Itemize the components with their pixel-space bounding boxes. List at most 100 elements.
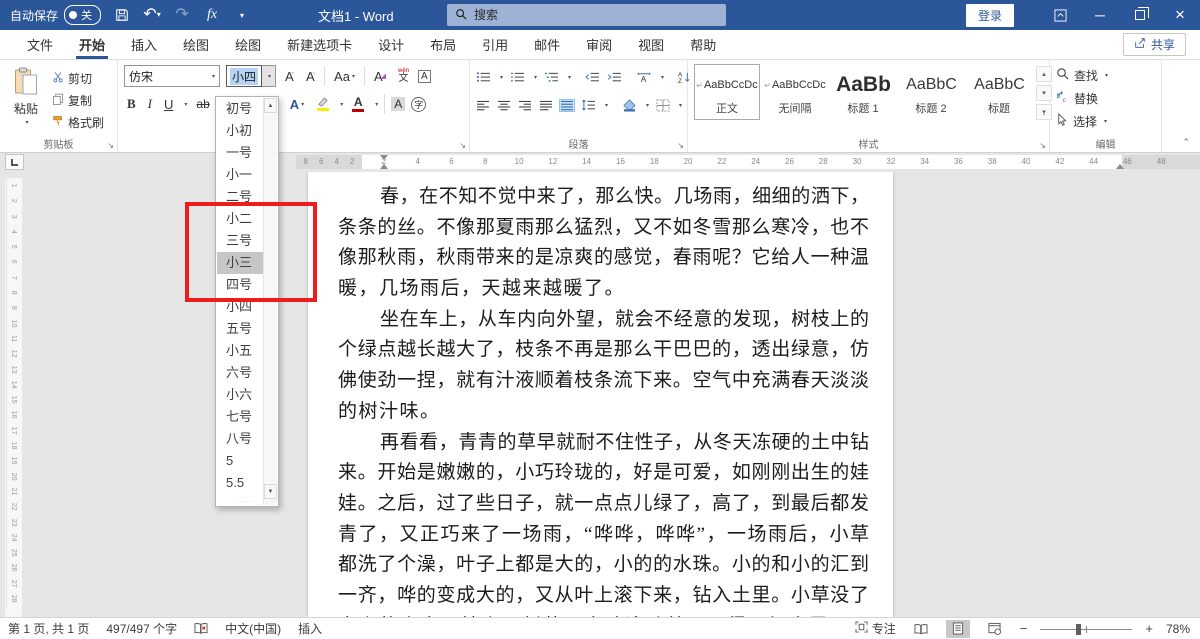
font-size-option[interactable]: 六号 xyxy=(217,362,263,384)
font-size-option[interactable]: 小初 xyxy=(217,120,263,142)
asian-layout-caret-icon[interactable]: ▾ xyxy=(661,74,664,81)
minimize-button[interactable]: ─ xyxy=(1080,0,1120,30)
ribbon-tab[interactable]: 引用 xyxy=(469,30,521,59)
justify-button[interactable] xyxy=(539,100,553,111)
hanging-indent-marker[interactable] xyxy=(380,164,388,169)
line-spacing-caret-icon[interactable]: ▾ xyxy=(605,102,608,109)
font-size-option[interactable]: 5.5 xyxy=(217,472,263,494)
character-shading-button[interactable]: A xyxy=(391,97,405,111)
shading-button[interactable] xyxy=(622,99,637,112)
ribbon-tab[interactable]: 视图 xyxy=(625,30,677,59)
zoom-in-button[interactable]: + xyxy=(1145,621,1153,636)
font-color-caret-icon[interactable]: ▾ xyxy=(375,101,378,108)
underline-button[interactable]: U xyxy=(161,97,176,112)
find-caret-icon[interactable]: ▾ xyxy=(1105,72,1108,79)
bullets-caret-icon[interactable]: ▾ xyxy=(500,74,503,81)
zoom-percent[interactable]: 78% xyxy=(1166,622,1190,636)
paste-caret-icon[interactable]: ▾ xyxy=(25,119,28,126)
borders-button[interactable] xyxy=(656,99,670,112)
search-input[interactable] xyxy=(474,8,694,22)
close-button[interactable]: × xyxy=(1160,0,1200,30)
style-card[interactable]: AaBbC 标题 2 xyxy=(898,64,964,120)
enclose-characters-button[interactable]: 字 xyxy=(411,97,426,112)
numbering-caret-icon[interactable]: ▾ xyxy=(534,74,537,81)
underline-caret-icon[interactable]: ▾ xyxy=(184,101,187,108)
first-line-indent-marker[interactable] xyxy=(380,155,388,160)
italic-button[interactable]: I xyxy=(145,96,155,112)
copy-button[interactable]: 复制 xyxy=(52,91,104,109)
text-highlight-button[interactable] xyxy=(313,97,332,111)
bullets-button[interactable] xyxy=(476,71,491,83)
save-icon[interactable] xyxy=(113,5,131,25)
autosave-toggle[interactable]: 自动保存 关 xyxy=(10,5,101,25)
ribbon-tab[interactable]: 设计 xyxy=(365,30,417,59)
paragraph-dialog-launcher-icon[interactable]: ↘ xyxy=(677,141,684,150)
strikethrough-button[interactable]: ab xyxy=(193,97,212,111)
insert-mode-indicator[interactable]: 插入 xyxy=(298,620,322,637)
focus-mode-button[interactable]: 专注 xyxy=(855,620,896,637)
style-card[interactable]: ↵AaBbCcDc 正文 xyxy=(694,64,760,120)
document-page[interactable]: 春，在不知不觉中来了，那么快。几场雨，细细的洒下，像一条条的丝。不像那夏雨那么猛… xyxy=(308,172,893,617)
bold-button[interactable]: B xyxy=(124,96,139,112)
ribbon-display-options-icon[interactable] xyxy=(1040,0,1080,30)
font-dialog-launcher-icon[interactable]: ↘ xyxy=(459,141,466,150)
format-painter-button[interactable]: 格式刷 xyxy=(52,113,104,131)
restore-button[interactable] xyxy=(1120,0,1160,30)
font-size-option[interactable]: 一号 xyxy=(217,142,263,164)
font-size-option[interactable]: 八号 xyxy=(217,428,263,450)
shading-caret-icon[interactable]: ▾ xyxy=(646,102,649,109)
font-size-option[interactable]: 小五 xyxy=(217,340,263,362)
grow-font-button[interactable]: Aˆ xyxy=(282,69,297,84)
undo-caret-icon[interactable]: ▾ xyxy=(157,11,161,19)
right-indent-marker[interactable] xyxy=(1116,164,1124,169)
decrease-indent-button[interactable] xyxy=(585,71,600,83)
ribbon-tab[interactable]: 插入 xyxy=(118,30,170,59)
align-left-button[interactable] xyxy=(476,100,490,111)
insert-function-icon[interactable]: fx xyxy=(203,5,221,25)
ribbon-tab[interactable]: 邮件 xyxy=(521,30,573,59)
increase-indent-button[interactable] xyxy=(607,71,622,83)
font-size-option[interactable]: 小六 xyxy=(217,384,263,406)
ribbon-tab[interactable]: 新建选项卡 xyxy=(274,30,365,59)
customize-toolbar-caret-icon[interactable]: ▾ xyxy=(233,5,251,25)
shrink-font-button[interactable]: Aˇ xyxy=(303,69,318,84)
styles-dialog-launcher-icon[interactable]: ↘ xyxy=(1039,141,1046,150)
replace-button[interactable]: bc 替换 xyxy=(1056,89,1155,107)
zoom-out-button[interactable]: − xyxy=(1020,621,1028,636)
redo-button[interactable]: ↷ xyxy=(173,5,191,25)
distribute-button[interactable] xyxy=(560,100,574,111)
zoom-slider[interactable] xyxy=(1040,622,1132,636)
select-button[interactable]: 选择 ▾ xyxy=(1056,112,1155,130)
paste-button[interactable]: 粘贴 ▾ xyxy=(6,65,46,136)
zoom-thumb[interactable] xyxy=(1076,624,1081,635)
undo-button[interactable]: ↶▾ xyxy=(143,5,161,25)
proofing-icon[interactable] xyxy=(194,622,208,635)
collapse-ribbon-icon[interactable]: ⌃ xyxy=(1182,137,1190,148)
clipboard-dialog-launcher-icon[interactable]: ↘ xyxy=(107,141,114,150)
style-card[interactable]: ↵AaBbCcDc 无间隔 xyxy=(762,64,828,120)
share-button[interactable]: 共享 xyxy=(1123,33,1186,56)
line-spacing-button[interactable] xyxy=(581,99,596,111)
clear-formatting-button[interactable]: A◢ xyxy=(371,69,389,84)
font-size-combo[interactable]: 小四 ▾ xyxy=(226,65,276,87)
font-size-option[interactable]: 五号 xyxy=(217,318,263,340)
ribbon-tab[interactable]: 布局 xyxy=(417,30,469,59)
phonetic-guide-button[interactable]: wén文 xyxy=(395,68,412,84)
text-effects-button[interactable]: A▾ xyxy=(287,97,307,112)
language-indicator[interactable]: 中文(中国) xyxy=(225,620,281,637)
ribbon-tab[interactable]: 审阅 xyxy=(573,30,625,59)
font-family-combo[interactable]: 仿宋 ▾ xyxy=(124,65,220,87)
font-color-button[interactable]: A xyxy=(349,96,367,112)
font-size-option[interactable]: 5 xyxy=(217,450,263,472)
find-button[interactable]: 查找 ▾ xyxy=(1056,66,1155,84)
select-caret-icon[interactable]: ▾ xyxy=(1104,118,1107,125)
font-size-option[interactable]: 初号 xyxy=(217,98,263,120)
asian-layout-button[interactable]: A xyxy=(636,71,652,83)
change-case-button[interactable]: Aa▾ xyxy=(331,69,358,84)
tab-selector[interactable] xyxy=(5,154,24,170)
read-mode-button[interactable] xyxy=(909,620,933,638)
style-card[interactable]: AaBbC 标题 xyxy=(966,64,1032,120)
ribbon-tab[interactable]: 开始 xyxy=(66,30,118,59)
cut-button[interactable]: 剪切 xyxy=(52,69,104,87)
style-card[interactable]: AaBb 标题 1 xyxy=(830,64,896,120)
